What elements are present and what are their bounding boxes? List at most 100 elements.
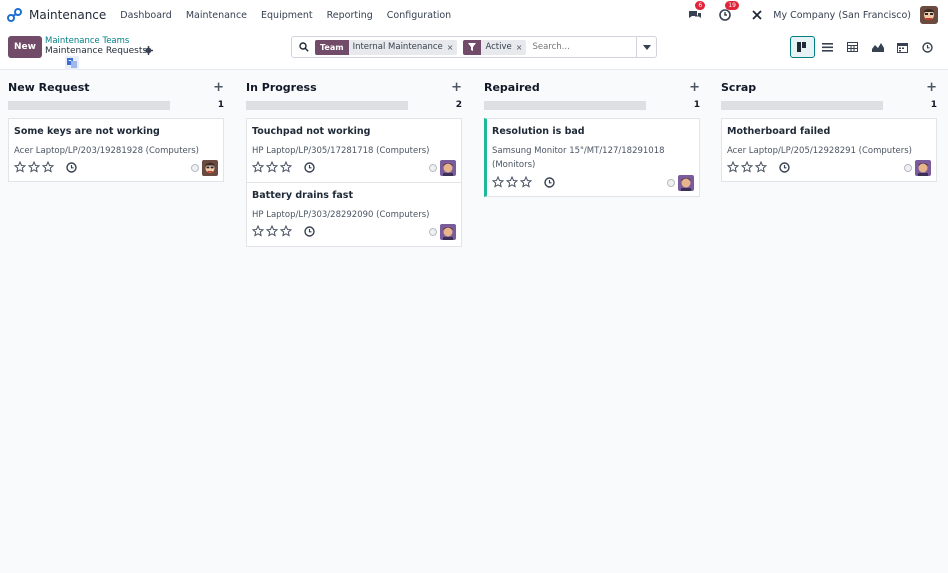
- search-bar[interactable]: Team Internal Maintenance × Active ×: [291, 36, 657, 58]
- star-icon[interactable]: [280, 161, 292, 173]
- kanban-icon: [797, 42, 806, 52]
- list-icon: [822, 42, 833, 52]
- calendar-month-view-button[interactable]: [890, 36, 915, 58]
- quick-create-icon[interactable]: +: [926, 80, 937, 95]
- activity-clock-icon[interactable]: [66, 162, 77, 173]
- menu-dashboard[interactable]: Dashboard: [120, 10, 172, 21]
- quick-create-icon[interactable]: +: [451, 80, 462, 95]
- priority-stars[interactable]: [492, 176, 532, 188]
- new-button[interactable]: New: [8, 36, 42, 58]
- star-icon[interactable]: [252, 225, 264, 237]
- column-title[interactable]: Repaired: [484, 81, 540, 94]
- activity-clock-icon[interactable]: [544, 177, 555, 188]
- star-icon[interactable]: [520, 176, 532, 188]
- activities-badge: 19: [725, 1, 739, 10]
- priority-stars[interactable]: [252, 161, 292, 173]
- priority-stars[interactable]: [727, 161, 767, 173]
- star-icon[interactable]: [727, 161, 739, 173]
- app-logo[interactable]: Maintenance: [7, 8, 106, 22]
- user-avatar[interactable]: [920, 6, 938, 24]
- search-options-toggle[interactable]: [636, 37, 656, 57]
- star-icon[interactable]: [14, 161, 26, 173]
- kanban-card[interactable]: Motherboard failed Acer Laptop/LP/205/12…: [721, 118, 937, 182]
- messages-button[interactable]: 6: [687, 1, 706, 23]
- kanban-column-new-request: New Request + 1 Some keys are not workin…: [8, 71, 224, 182]
- column-title[interactable]: Scrap: [721, 81, 756, 94]
- priority-stars[interactable]: [252, 225, 292, 237]
- star-icon[interactable]: [506, 176, 518, 188]
- debug-tools-button[interactable]: [749, 7, 765, 23]
- star-icon[interactable]: [252, 161, 264, 173]
- card-equipment: Acer Laptop/LP/203/19281928 (Computers): [14, 146, 199, 156]
- activity-clock-icon: [922, 41, 933, 53]
- quick-create-icon[interactable]: +: [213, 80, 224, 95]
- facet-filter-remove-icon[interactable]: ×: [516, 43, 527, 52]
- quick-create-icon[interactable]: +: [689, 80, 700, 95]
- column-progress-bar[interactable]: [484, 101, 646, 110]
- calendar-icon: [897, 42, 908, 53]
- card-title: Motherboard failed: [727, 126, 831, 137]
- kanban-card[interactable]: Some keys are not working Acer Laptop/LP…: [8, 118, 224, 182]
- menu-maintenance[interactable]: Maintenance: [186, 10, 247, 21]
- star-icon[interactable]: [492, 176, 504, 188]
- activity-clock-icon[interactable]: [779, 162, 790, 173]
- star-icon[interactable]: [741, 161, 753, 173]
- card-equipment: Acer Laptop/LP/205/12928291 (Computers): [727, 146, 912, 156]
- star-icon[interactable]: [42, 161, 54, 173]
- kanban-card[interactable]: Resolution is bad Samsung Monitor 15"/MT…: [484, 118, 700, 197]
- facet-team-label: Team: [315, 39, 349, 55]
- kanban-state-dot[interactable]: [904, 164, 912, 172]
- star-icon[interactable]: [266, 225, 278, 237]
- star-icon[interactable]: [266, 161, 278, 173]
- column-title[interactable]: New Request: [8, 81, 90, 94]
- assignee-avatar[interactable]: [440, 224, 456, 240]
- assignee-avatar-image: [678, 175, 694, 191]
- column-count: 2: [455, 100, 462, 110]
- calendar-view-button[interactable]: [840, 36, 865, 58]
- assignee-avatar[interactable]: [202, 160, 218, 176]
- breadcrumb-maintenance-teams[interactable]: Maintenance Teams: [45, 36, 129, 46]
- gear-icon[interactable]: [144, 46, 153, 55]
- assignee-avatar-image: [915, 160, 931, 176]
- kanban-column-scrap: Scrap + 1 Motherboard failed Acer Laptop…: [721, 71, 937, 182]
- kanban-view-button[interactable]: [790, 36, 815, 58]
- top-navbar: Maintenance Dashboard Maintenance Equipm…: [0, 0, 948, 30]
- kanban-state-dot[interactable]: [191, 164, 199, 172]
- menu-equipment[interactable]: Equipment: [261, 10, 313, 21]
- kanban-state-dot[interactable]: [429, 228, 437, 236]
- card-title: Touchpad not working: [252, 126, 371, 137]
- list-view-button[interactable]: [815, 36, 840, 58]
- breadcrumb-current: Maintenance Requests: [45, 46, 148, 56]
- view-switcher: [790, 36, 940, 58]
- app-name[interactable]: Maintenance: [29, 8, 106, 22]
- facet-team-remove-icon[interactable]: ×: [447, 43, 458, 52]
- activity-view-button[interactable]: [915, 36, 940, 58]
- kanban-state-dot[interactable]: [429, 164, 437, 172]
- card-equipment: Samsung Monitor 15"/MT/127/18291018 (Mon…: [492, 146, 665, 170]
- assignee-avatar[interactable]: [915, 160, 931, 176]
- graph-view-button[interactable]: [865, 36, 890, 58]
- column-progress-bar[interactable]: [8, 101, 170, 110]
- activity-clock-icon[interactable]: [304, 226, 315, 237]
- activity-clock-icon[interactable]: [304, 162, 315, 173]
- maintenance-app-icon: [7, 8, 22, 22]
- activities-button[interactable]: 19: [717, 1, 739, 23]
- translate-icon[interactable]: [65, 56, 79, 70]
- column-progress-bar[interactable]: [721, 101, 883, 110]
- column-progress-bar[interactable]: [246, 101, 408, 110]
- menu-configuration[interactable]: Configuration: [387, 10, 451, 21]
- priority-stars[interactable]: [14, 161, 54, 173]
- menu-reporting[interactable]: Reporting: [327, 10, 373, 21]
- star-icon[interactable]: [280, 225, 292, 237]
- star-icon[interactable]: [28, 161, 40, 173]
- kanban-card[interactable]: Touchpad not working HP Laptop/LP/305/17…: [246, 118, 462, 183]
- assignee-avatar[interactable]: [440, 160, 456, 176]
- column-title[interactable]: In Progress: [246, 81, 317, 94]
- company-switcher[interactable]: My Company (San Francisco): [773, 10, 911, 21]
- assignee-avatar[interactable]: [678, 175, 694, 191]
- column-count: 1: [217, 100, 224, 110]
- kanban-card[interactable]: Battery drains fast HP Laptop/LP/303/282…: [246, 182, 462, 247]
- search-input[interactable]: [532, 42, 623, 52]
- kanban-state-dot[interactable]: [667, 179, 675, 187]
- star-icon[interactable]: [755, 161, 767, 173]
